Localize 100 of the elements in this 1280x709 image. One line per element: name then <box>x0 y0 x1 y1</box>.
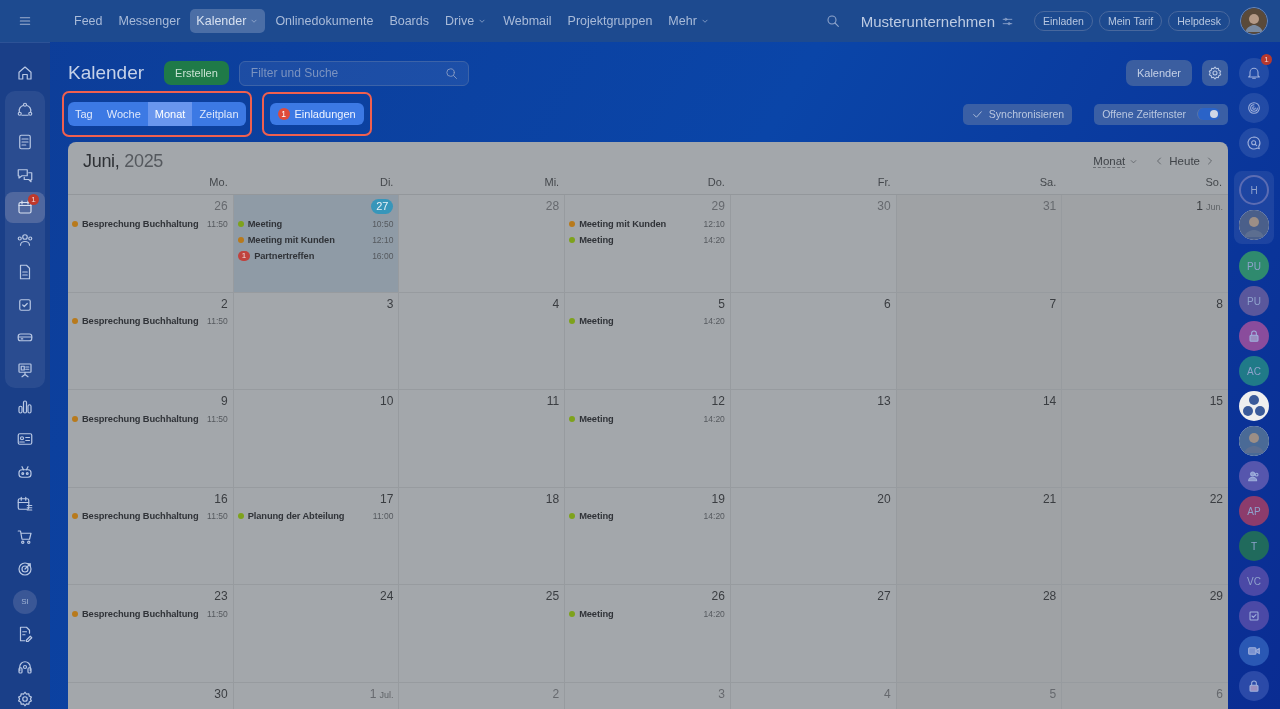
view-dropdown[interactable]: Monat <box>1093 154 1140 168</box>
day-number: 6 <box>883 296 891 312</box>
nav-tab[interactable]: Kalender <box>190 9 266 33</box>
event-time: 14:20 <box>703 413 725 424</box>
event-time: 10:50 <box>372 218 394 229</box>
count-badge: 1 <box>277 108 290 120</box>
user-avatar[interactable] <box>1240 7 1268 35</box>
today-cell[interactable]: 27 Meeting 10:50 Meeting mit Kunden 12:10 1 Partnertreffen 16:00 <box>233 195 400 293</box>
event-title[interactable]: Partnertreffen <box>254 250 369 261</box>
page-title: Kalender <box>68 62 145 84</box>
nav-tab[interactable]: Mehr <box>662 9 716 33</box>
event-time: 14:20 <box>703 316 725 326</box>
view-tab[interactable]: Woche <box>99 102 148 126</box>
search-field[interactable]: Filter und Suche <box>238 60 469 86</box>
presentation-icon <box>16 360 34 379</box>
search-icon[interactable] <box>824 13 841 29</box>
day-number: 1 Jul. <box>369 686 394 702</box>
event-title[interactable]: Meeting <box>579 413 700 424</box>
event-title[interactable]: Meeting <box>579 234 700 245</box>
view-tab[interactable]: Tag <box>68 102 100 126</box>
day-number: 7 <box>1049 296 1057 312</box>
view-tab[interactable]: Monat <box>147 102 193 126</box>
event-title[interactable]: Besprechung Buchhaltung <box>82 218 204 229</box>
day-number: 19 <box>711 491 725 507</box>
event-title[interactable]: Meeting mit Kunden <box>247 234 369 245</box>
day-number: 16 <box>214 491 228 507</box>
person-avatar[interactable] <box>1239 426 1269 456</box>
day-number: 6 <box>1216 686 1223 702</box>
day-number: 28 <box>1042 589 1057 604</box>
invitations-button[interactable]: 1 Einladungen <box>269 103 364 125</box>
person-avatar[interactable] <box>1239 210 1269 240</box>
chat-search-icon <box>1246 135 1262 151</box>
nav-tab[interactable]: Webmail <box>497 9 558 33</box>
calendar-list-icon <box>16 495 34 513</box>
event-title[interactable]: Meeting <box>247 218 369 229</box>
event-time: 14:20 <box>703 608 725 619</box>
weekday-label: Sa. <box>1038 176 1058 190</box>
today-button[interactable]: Heute <box>1165 155 1204 167</box>
lock-icon <box>1246 328 1262 344</box>
nav-tab[interactable]: Feed <box>68 9 109 33</box>
settings-button[interactable] <box>1202 60 1228 86</box>
chat-avatar[interactable]: PU <box>1239 286 1269 316</box>
month-title: Juni, 2025 <box>83 150 164 172</box>
notification-badge: 1 <box>28 193 39 205</box>
event-title[interactable]: Meeting mit Kunden <box>579 218 700 229</box>
chat-avatar[interactable]: H <box>1239 175 1269 205</box>
chat-avatar[interactable]: VC <box>1239 566 1269 596</box>
day-number: 17 <box>380 491 394 507</box>
day-number: 11 <box>546 394 560 409</box>
chat-avatar[interactable] <box>1239 671 1269 701</box>
create-button[interactable]: Erstellen <box>164 61 229 85</box>
day-number: 26 <box>711 589 725 604</box>
bell-icon <box>1246 65 1262 81</box>
day-number: 5 <box>718 296 725 312</box>
chat-avatar[interactable] <box>1239 461 1269 491</box>
event-title[interactable]: Besprechung Buchhaltung <box>82 316 204 326</box>
day-number: 2 <box>552 686 560 702</box>
day-number: 30 <box>214 686 228 702</box>
nav-tab[interactable]: Boards <box>383 9 435 33</box>
event-title[interactable]: Besprechung Buchhaltung <box>82 511 204 521</box>
event-time: 11:50 <box>207 608 228 619</box>
event-title[interactable]: Meeting <box>579 608 700 619</box>
bar-chart-icon <box>16 397 34 416</box>
event-title[interactable]: Meeting <box>579 511 700 521</box>
event-time: 12:10 <box>703 218 725 229</box>
event-time: 14:20 <box>703 511 725 521</box>
cart-icon <box>16 527 34 546</box>
weekday-label: Di. <box>378 176 395 190</box>
toggle-switch[interactable] <box>1197 108 1220 120</box>
day-number: 28 <box>545 199 560 214</box>
weekday-label: Do. <box>706 176 726 190</box>
sidebar-button[interactable] <box>1239 128 1269 158</box>
calendar-button[interactable]: Kalender <box>1125 60 1192 86</box>
nav-tab[interactable]: Drive <box>439 9 494 33</box>
nav-tab[interactable]: Onlinedokumente <box>269 9 380 33</box>
day-number: 3 <box>386 296 394 312</box>
open-slots-button[interactable]: Offene Zeitfenster <box>1094 103 1228 125</box>
day-number: 3 <box>718 686 725 702</box>
chat-avatar[interactable] <box>1239 321 1269 351</box>
chat-avatar[interactable]: AP <box>1239 496 1269 526</box>
day-number: 14 <box>1042 394 1057 409</box>
sync-button[interactable]: Synchronisieren <box>962 103 1073 125</box>
event-title[interactable]: Meeting <box>579 316 700 326</box>
event-title[interactable]: Planung der Abteilung <box>247 511 369 521</box>
event-title[interactable]: Besprechung Buchhaltung <box>82 608 204 619</box>
chat-avatar[interactable] <box>1239 601 1269 631</box>
search-icon <box>443 65 459 81</box>
event-title[interactable]: Besprechung Buchhaltung <box>82 413 204 424</box>
chat-avatar[interactable]: T <box>1239 531 1269 561</box>
event-time: 14:20 <box>703 234 725 245</box>
event-time: 11:50 <box>207 316 228 326</box>
nav-tab[interactable]: Messenger <box>112 9 187 33</box>
sidebar-item[interactable]: 1 <box>5 191 45 223</box>
chat-avatar[interactable] <box>1239 636 1269 666</box>
view-tab[interactable]: Zeitplan <box>192 102 246 126</box>
sidebar-button[interactable] <box>1239 93 1269 123</box>
group-avatar[interactable] <box>1239 391 1269 421</box>
nav-tab[interactable]: Projektgruppen <box>561 9 659 33</box>
event-time: 12:10 <box>372 234 394 245</box>
day-number: 5 <box>1049 686 1057 702</box>
